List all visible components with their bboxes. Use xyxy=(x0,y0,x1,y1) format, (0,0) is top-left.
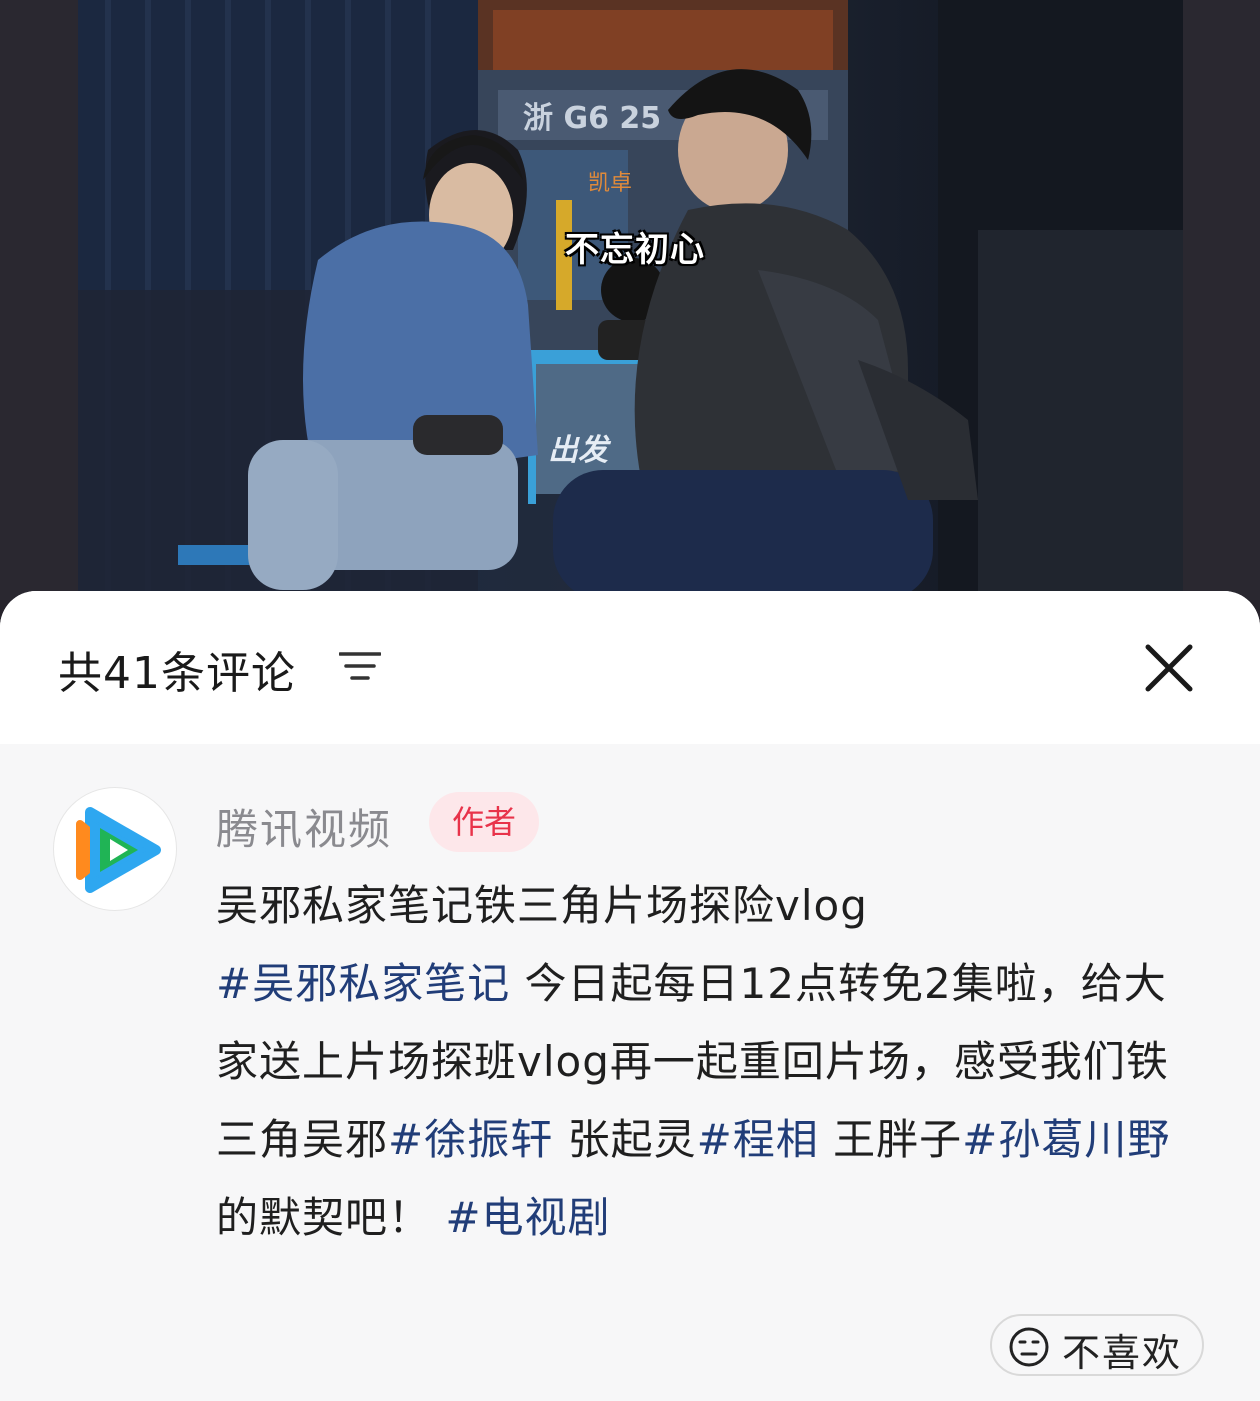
video-subtitle: 不忘初心 xyxy=(565,230,705,270)
dislike-label: 不喜欢 xyxy=(1062,1331,1183,1375)
show-watermark: 出发 xyxy=(548,433,612,468)
sort-icon[interactable] xyxy=(339,650,381,682)
truck-plate-text: 浙 G6 25 xyxy=(523,101,661,136)
author-name[interactable]: 腾讯视频 xyxy=(216,796,392,857)
dislike-button[interactable]: 不喜欢 xyxy=(990,1314,1204,1376)
author-post: 腾讯视频 作者 吴邪私家笔记铁三角片场探险vlog #吴邪私家笔记 今日起每日1… xyxy=(0,744,1260,1401)
comments-header: 共41条评论 xyxy=(0,591,1260,744)
video-scene-illustration: 浙 G6 25 凯卓 出发 xyxy=(78,0,1183,600)
video-frame[interactable]: 浙 G6 25 凯卓 出发 不忘初心 xyxy=(78,0,1183,600)
tencent-video-logo-icon xyxy=(76,807,161,893)
hashtag-link[interactable]: #吴邪私家笔记 xyxy=(216,959,510,1008)
post-text-segment: 张起灵 xyxy=(553,1115,697,1164)
comments-sheet: 共41条评论 腾讯视频 作者 吴邪私家笔记铁三角片场探险vlog #吴邪私家笔记… xyxy=(0,591,1260,1401)
comment-count-title: 共41条评论 xyxy=(58,648,296,699)
neutral-face-icon xyxy=(1009,1327,1049,1367)
post-description: #吴邪私家笔记 今日起每日12点转免2集啦，给大家送上片场探班vlog再一起重回… xyxy=(216,945,1206,1257)
hashtag-link[interactable]: #徐振轩 xyxy=(388,1115,553,1164)
post-text-segment: 的默契吧！ xyxy=(216,1193,446,1242)
post-content: 吴邪私家笔记铁三角片场探险vlog #吴邪私家笔记 今日起每日12点转免2集啦，… xyxy=(216,867,1206,1257)
video-player[interactable]: 浙 G6 25 凯卓 出发 不忘初心 xyxy=(0,0,1260,600)
avatar[interactable] xyxy=(53,787,177,911)
close-icon[interactable] xyxy=(1142,641,1196,695)
hashtag-link[interactable]: #程相 xyxy=(697,1115,819,1164)
hashtag-link[interactable]: #孙葛川野 xyxy=(962,1115,1170,1164)
truck-text: 凯卓 xyxy=(588,171,632,196)
hashtag-link[interactable]: #电视剧 xyxy=(445,1193,610,1242)
post-title: 吴邪私家笔记铁三角片场探险vlog xyxy=(216,881,868,930)
author-badge: 作者 xyxy=(429,792,539,852)
post-text-segment: 王胖子 xyxy=(818,1115,963,1164)
